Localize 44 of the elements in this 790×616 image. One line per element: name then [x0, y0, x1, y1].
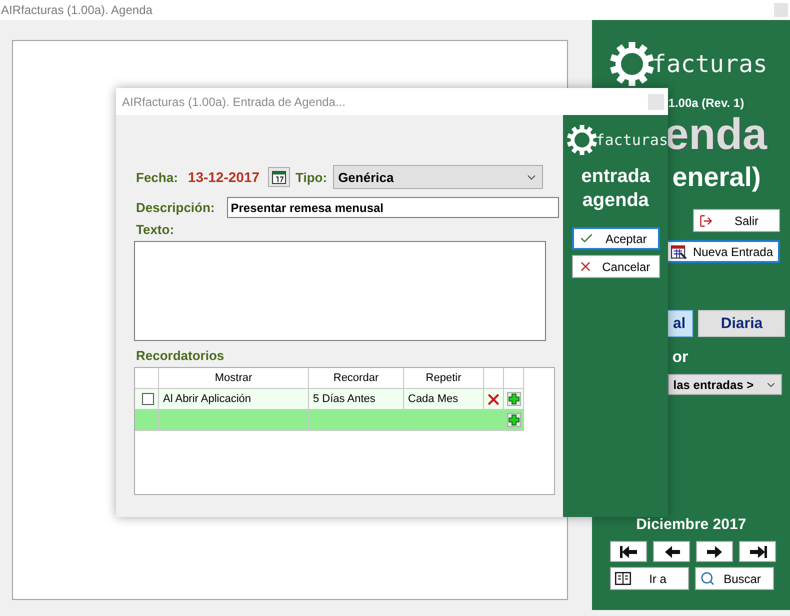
date-value: 13-12-2017	[188, 169, 260, 185]
month-title: Diciembre 2017	[635, 516, 748, 533]
checkbox[interactable]	[142, 393, 154, 405]
logo-text: facturas	[596, 131, 668, 149]
exit-icon	[699, 214, 713, 228]
calendar-icon	[272, 170, 286, 184]
calendar-icon	[671, 244, 687, 260]
type-dropdown[interactable]: Genérica	[333, 165, 544, 189]
description-label: Descripción:	[136, 200, 215, 215]
book-icon	[615, 572, 632, 585]
description-field[interactable]: Presentar remesa menusal	[226, 197, 560, 218]
reminders-label: Recordatorios	[136, 348, 226, 363]
search-icon	[700, 571, 716, 586]
arrow-right-icon	[706, 546, 724, 558]
accept-button[interactable]: Aceptar	[572, 227, 660, 250]
search-button[interactable]: Buscar	[695, 567, 774, 590]
filter-label: or	[672, 349, 688, 367]
subtitle-text: eneral)	[672, 162, 761, 193]
arrow-left-icon	[662, 546, 681, 558]
date-label: Fecha:	[136, 170, 178, 184]
cancel-button[interactable]: Cancelar	[572, 255, 660, 278]
nav-button[interactable]	[739, 541, 776, 562]
version-text: 1.00a (Rev. 1)	[668, 96, 744, 110]
calendar-button[interactable]	[268, 167, 290, 187]
gear-icon	[567, 125, 598, 155]
nav-button[interactable]	[696, 541, 734, 562]
go-to-button[interactable]: Ir a	[610, 567, 690, 590]
exit-button[interactable]: Salir	[693, 209, 780, 232]
plus-icon[interactable]	[506, 413, 520, 427]
nav-button[interactable]	[653, 541, 690, 562]
logo-text: facturas	[652, 50, 768, 78]
text-label: Texto:	[136, 222, 176, 237]
type-label: Tipo:	[296, 170, 328, 184]
arrow-left-icon	[620, 546, 638, 558]
view-tab[interactable]: Diaria	[698, 310, 786, 337]
window-title: AIRfacturas (1.00a). Agenda	[1, 3, 152, 17]
text-field[interactable]	[134, 241, 546, 341]
arrow-right-icon	[748, 546, 767, 558]
gear-icon	[610, 42, 654, 86]
filter-dropdown[interactable]: las entradas >	[668, 374, 782, 395]
dialog-title: AIRfacturas (1.00a). Entrada de Agenda...	[122, 94, 346, 108]
nav-button[interactable]	[610, 541, 648, 562]
dialog-heading: entrada agenda	[581, 165, 650, 213]
plus-icon[interactable]	[506, 392, 520, 406]
